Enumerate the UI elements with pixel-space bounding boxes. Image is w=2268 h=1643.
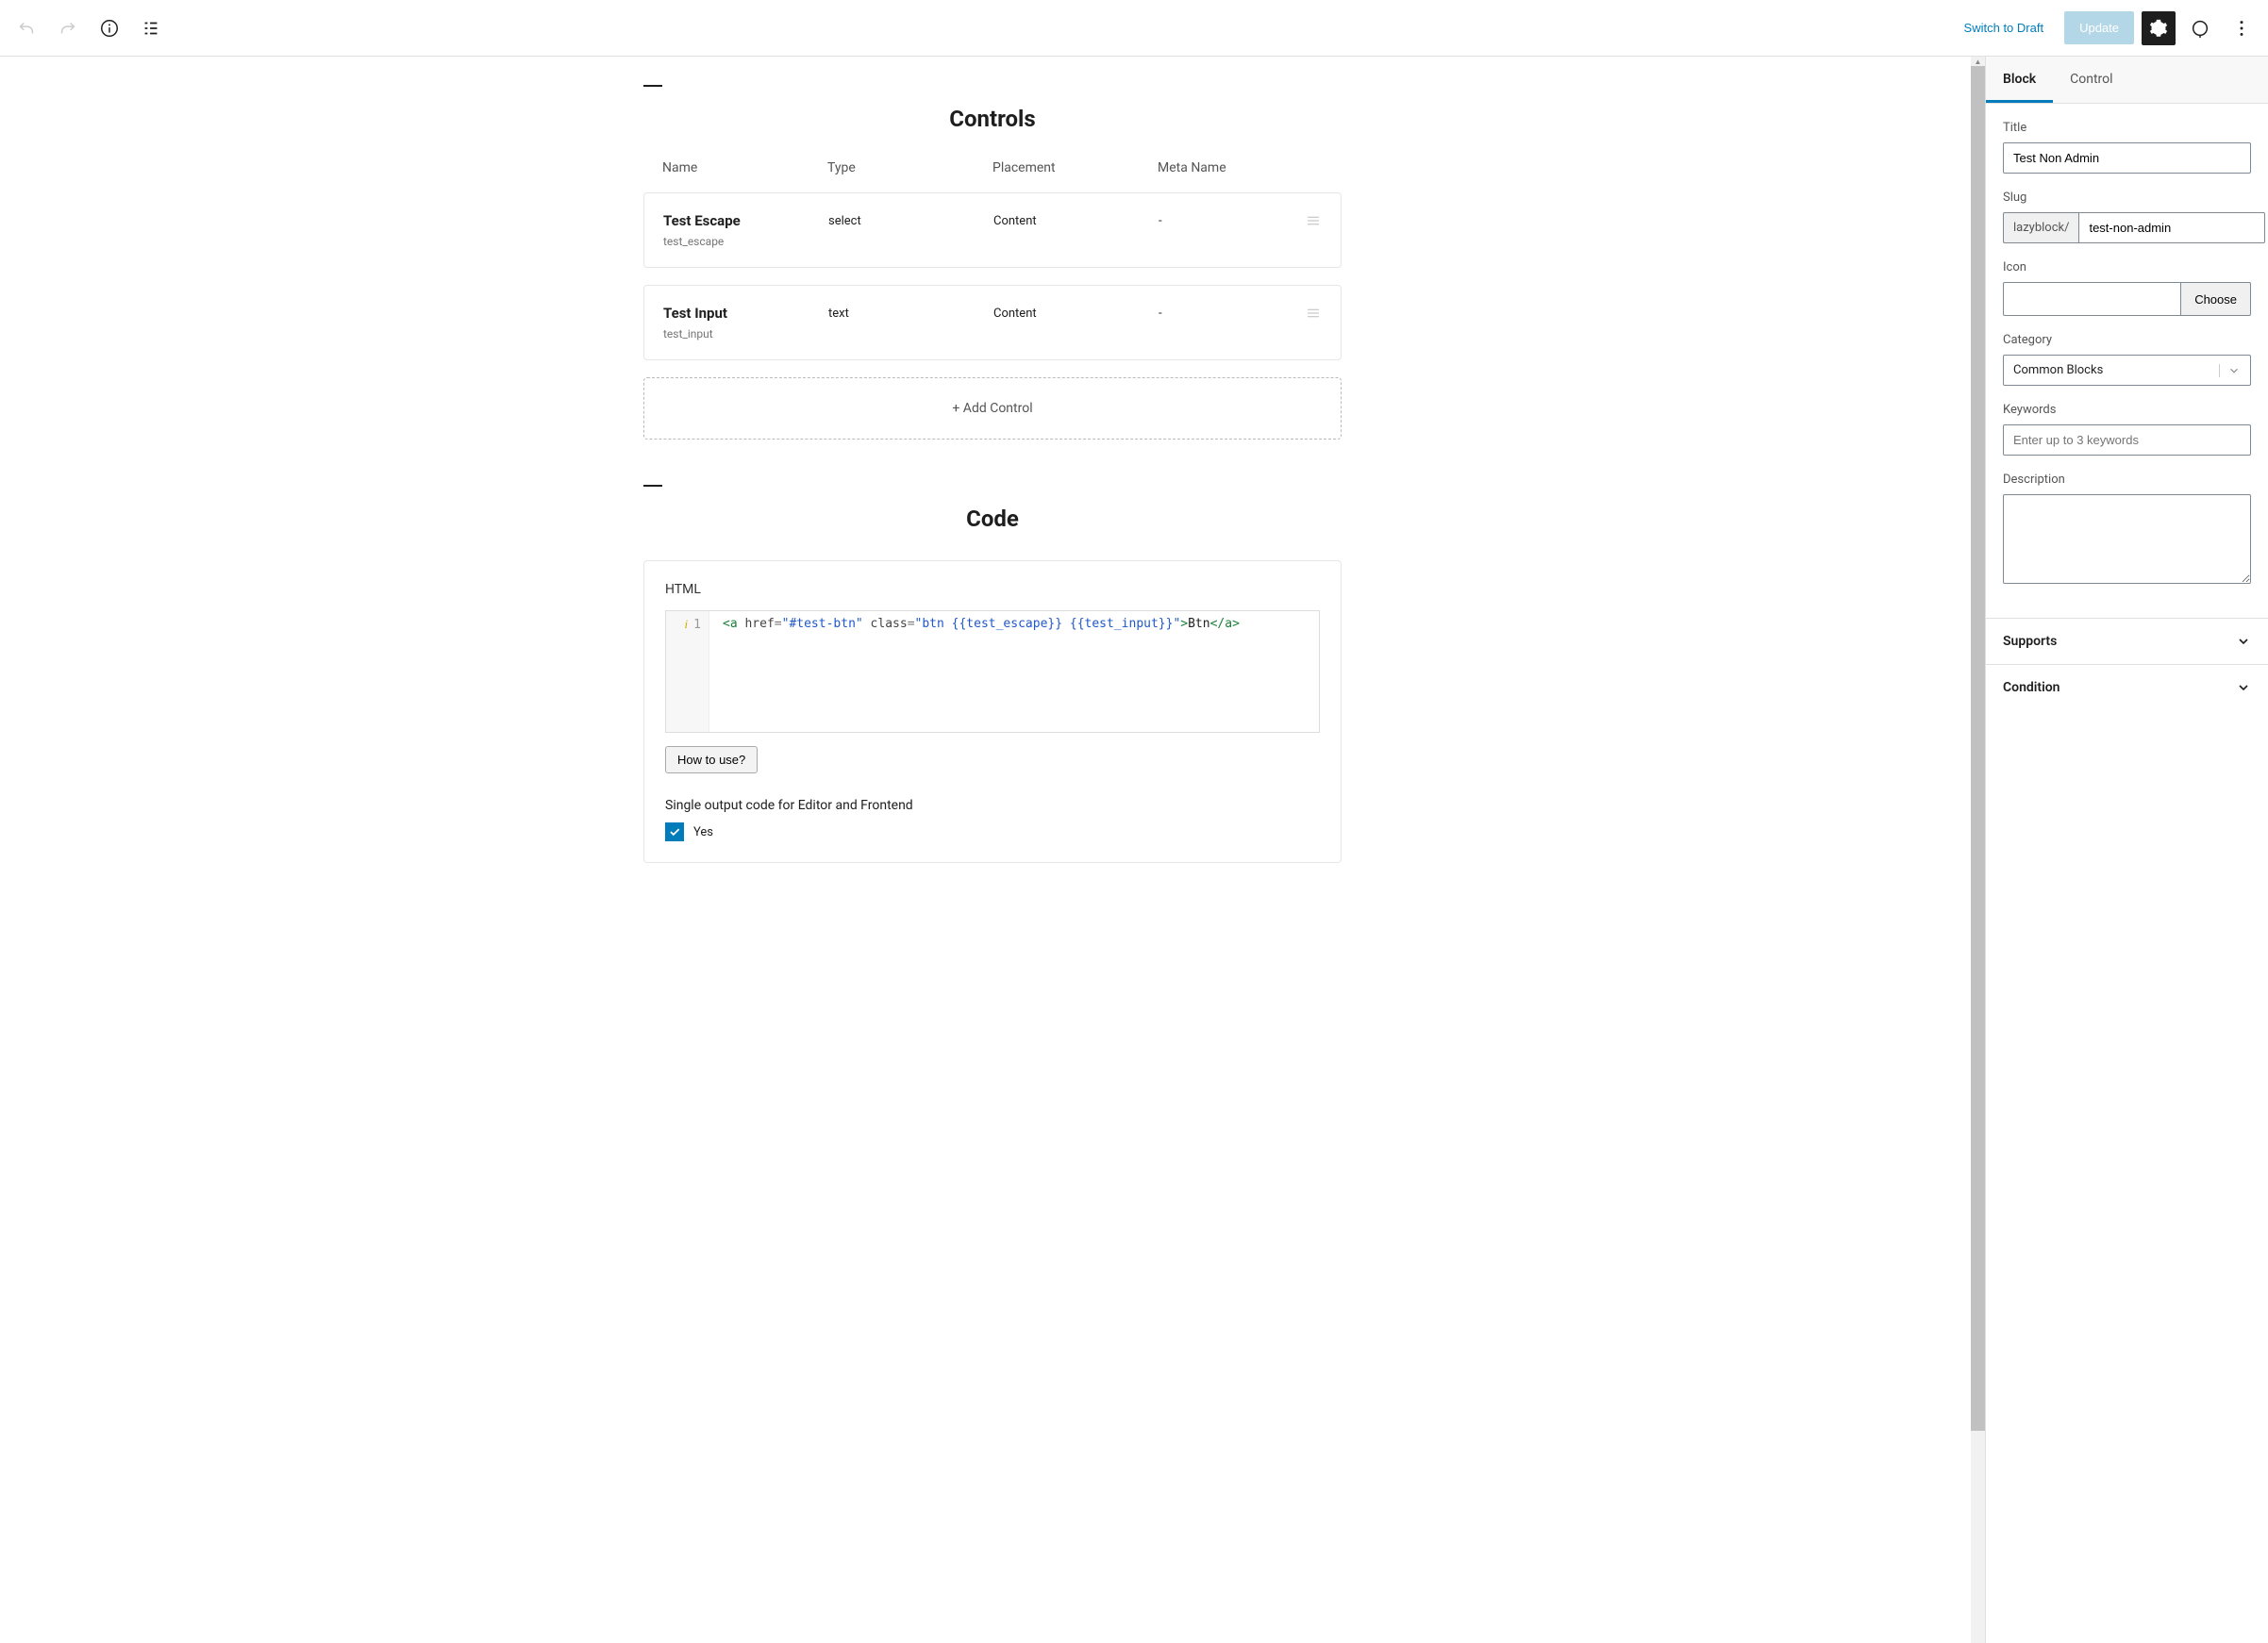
chevron-down-icon — [2236, 680, 2251, 695]
col-name: Name — [662, 160, 827, 175]
single-output-label: Single output code for Editor and Fronte… — [665, 798, 1320, 813]
redo-button[interactable] — [51, 11, 85, 45]
control-placement: Content — [993, 305, 1159, 321]
slug-row: lazyblock/ — [2003, 212, 2251, 243]
single-output-checkbox[interactable] — [665, 822, 684, 841]
slug-prefix: lazyblock/ — [2003, 212, 2078, 243]
main-area[interactable]: Controls Name Type Placement Meta Name T… — [0, 57, 1985, 920]
control-slug: test_escape — [663, 235, 828, 248]
drag-icon — [1305, 212, 1322, 229]
outline-icon — [141, 18, 161, 39]
keywords-label: Keywords — [2003, 403, 2251, 417]
gear-icon — [2149, 19, 2168, 38]
control-title: Test Input — [663, 305, 828, 322]
keywords-input[interactable] — [2003, 424, 2251, 456]
code-editor[interactable]: i1 <a href="#test-btn" class="btn {{test… — [665, 610, 1320, 733]
main-inner: Controls Name Type Placement Meta Name T… — [643, 85, 1342, 863]
slug-input[interactable] — [2078, 212, 2265, 243]
code-section-title: Code — [643, 506, 1342, 532]
scrollbar-track[interactable]: ▲ — [1971, 57, 1985, 1643]
control-type: text — [828, 305, 993, 321]
top-bar-right: Switch to Draft Update — [1951, 11, 2259, 45]
description-label: Description — [2003, 473, 2251, 487]
checkbox-row: Yes — [665, 822, 1320, 841]
description-textarea[interactable] — [2003, 494, 2251, 584]
control-meta: - — [1159, 305, 1305, 321]
code-label: HTML — [665, 582, 1320, 597]
controls-header: Name Type Placement Meta Name — [643, 160, 1342, 192]
line-number: 1 — [693, 618, 701, 632]
more-button[interactable] — [2225, 11, 2259, 45]
pin-button[interactable] — [2183, 11, 2217, 45]
col-type: Type — [827, 160, 992, 175]
redo-icon — [58, 18, 78, 39]
category-select[interactable]: Common Blocks — [2003, 355, 2251, 386]
title-input[interactable] — [2003, 142, 2251, 174]
scroll-up-arrow[interactable]: ▲ — [1971, 57, 1985, 66]
section-divider — [643, 85, 662, 87]
control-card[interactable]: Test Escape test_escape select Content - — [643, 192, 1342, 268]
outline-button[interactable] — [134, 11, 168, 45]
info-icon — [99, 18, 120, 39]
control-title: Test Escape — [663, 212, 828, 229]
pin-icon — [2190, 18, 2210, 39]
col-placement: Placement — [992, 160, 1158, 175]
drag-handle[interactable] — [1305, 212, 1322, 229]
sidebar: Block Control Title Slug lazyblock/ Icon… — [1985, 57, 2268, 1643]
control-type: select — [828, 212, 993, 228]
sidebar-tabs: Block Control — [1986, 57, 2268, 104]
drag-icon — [1305, 305, 1322, 322]
control-name-block: Test Escape test_escape — [663, 212, 828, 248]
code-gutter: i1 — [666, 611, 709, 732]
supports-accordion[interactable]: Supports — [1986, 618, 2268, 664]
settings-button[interactable] — [2142, 11, 2176, 45]
tab-control[interactable]: Control — [2053, 57, 2129, 103]
condition-label: Condition — [2003, 680, 2060, 695]
col-meta: Meta Name — [1158, 160, 1323, 175]
tab-block[interactable]: Block — [1986, 57, 2053, 103]
supports-label: Supports — [2003, 634, 2057, 649]
icon-label: Icon — [2003, 260, 2251, 274]
scrollbar-thumb[interactable] — [1971, 66, 1985, 1431]
how-to-use-button[interactable]: How to use? — [665, 746, 758, 773]
control-card[interactable]: Test Input test_input text Content - — [643, 285, 1342, 360]
choose-icon-button[interactable]: Choose — [2180, 282, 2251, 316]
control-slug: test_input — [663, 327, 828, 340]
undo-icon — [16, 18, 37, 39]
warning-icon: i — [685, 617, 689, 631]
icon-row: Choose — [2003, 282, 2251, 316]
sidebar-body: Title Slug lazyblock/ Icon Choose Catego… — [1986, 104, 2268, 618]
controls-section-title: Controls — [643, 106, 1342, 132]
code-card: HTML i1 <a href="#test-btn" class="btn {… — [643, 560, 1342, 863]
drag-handle[interactable] — [1305, 305, 1322, 322]
control-placement: Content — [993, 212, 1159, 228]
code-content[interactable]: <a href="#test-btn" class="btn {{test_es… — [709, 611, 1319, 732]
main-wrap: Controls Name Type Placement Meta Name T… — [0, 57, 1985, 1643]
condition-accordion[interactable]: Condition — [1986, 664, 2268, 710]
info-button[interactable] — [92, 11, 126, 45]
icon-preview — [2003, 282, 2180, 316]
chevron-down-icon — [2236, 634, 2251, 649]
more-vertical-icon — [2231, 18, 2252, 39]
switch-to-draft-button[interactable]: Switch to Draft — [1951, 13, 2058, 42]
section-divider — [643, 485, 662, 487]
checkbox-label: Yes — [693, 825, 713, 839]
code-section: Code HTML i1 <a href="#test-btn" class="… — [643, 485, 1342, 863]
update-button[interactable]: Update — [2064, 11, 2134, 44]
layout: Controls Name Type Placement Meta Name T… — [0, 57, 2268, 1643]
chevron-down-icon — [2219, 364, 2241, 377]
undo-button[interactable] — [9, 11, 43, 45]
top-bar: Switch to Draft Update — [0, 0, 2268, 57]
title-label: Title — [2003, 121, 2251, 135]
check-icon — [668, 825, 681, 838]
add-control-button[interactable]: + Add Control — [643, 377, 1342, 440]
top-bar-left — [9, 11, 168, 45]
category-label: Category — [2003, 333, 2251, 347]
category-value: Common Blocks — [2013, 363, 2103, 377]
control-meta: - — [1159, 212, 1305, 228]
slug-label: Slug — [2003, 191, 2251, 205]
control-name-block: Test Input test_input — [663, 305, 828, 340]
